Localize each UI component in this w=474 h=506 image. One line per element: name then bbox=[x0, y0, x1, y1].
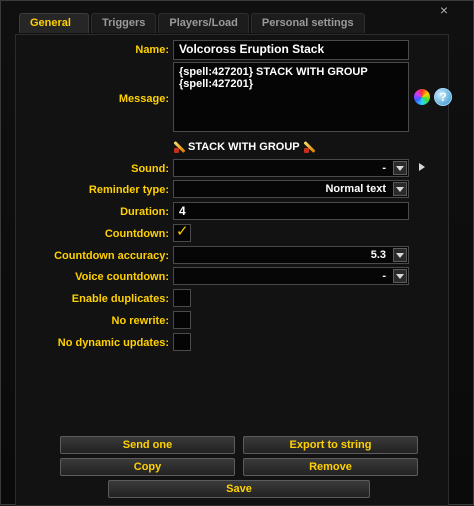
chevron-down-icon[interactable] bbox=[393, 182, 407, 196]
reminder-type-value: Normal text bbox=[325, 183, 386, 195]
sound-dropdown[interactable]: - bbox=[173, 159, 409, 177]
no-rewrite-label: No rewrite: bbox=[111, 315, 169, 327]
chevron-down-icon[interactable] bbox=[393, 269, 407, 283]
countdown-accuracy-label: Countdown accuracy: bbox=[54, 250, 169, 262]
no-dynamic-updates-checkbox[interactable] bbox=[173, 333, 191, 351]
enable-duplicates-checkbox[interactable] bbox=[173, 289, 191, 307]
message-textarea[interactable]: {spell:427201} STACK WITH GROUP {spell:4… bbox=[173, 62, 409, 132]
voice-countdown-label: Voice countdown: bbox=[75, 271, 169, 283]
copy-button[interactable]: Copy bbox=[60, 458, 235, 476]
voice-countdown-dropdown[interactable]: - bbox=[173, 267, 409, 285]
checkmark-icon: ✓ bbox=[176, 223, 189, 240]
chevron-down-icon[interactable] bbox=[393, 161, 407, 175]
enable-duplicates-label: Enable duplicates: bbox=[71, 293, 169, 305]
send-one-button[interactable]: Send one bbox=[60, 436, 235, 454]
reminder-type-label: Reminder type: bbox=[88, 184, 169, 196]
export-to-string-button[interactable]: Export to string bbox=[243, 436, 418, 454]
play-sound-icon[interactable] bbox=[419, 163, 425, 171]
tab-bar: General Triggers Players/Load Personal s… bbox=[19, 13, 367, 33]
tab-triggers[interactable]: Triggers bbox=[91, 13, 157, 33]
save-button[interactable]: Save bbox=[108, 480, 370, 498]
no-dynamic-updates-label: No dynamic updates: bbox=[57, 337, 169, 349]
countdown-checkbox[interactable]: ✓ bbox=[173, 224, 191, 242]
voice-countdown-value: - bbox=[382, 270, 386, 282]
sound-value: - bbox=[382, 162, 386, 174]
preview-text: STACK WITH GROUP bbox=[188, 141, 300, 153]
reminder-type-dropdown[interactable]: Normal text bbox=[173, 180, 409, 198]
sword-spell-icon bbox=[173, 141, 185, 153]
countdown-label: Countdown: bbox=[104, 228, 169, 240]
help-icon[interactable]: ? bbox=[434, 88, 452, 106]
name-input[interactable]: Volcoross Eruption Stack bbox=[173, 40, 409, 60]
sword-spell-icon bbox=[303, 141, 315, 153]
message-label: Message: bbox=[118, 93, 169, 105]
countdown-accuracy-value: 5.3 bbox=[370, 249, 386, 261]
no-rewrite-checkbox[interactable] bbox=[173, 311, 191, 329]
close-icon[interactable]: × bbox=[437, 3, 451, 17]
message-line-2: {spell:427201} bbox=[179, 78, 253, 90]
remove-button[interactable]: Remove bbox=[243, 458, 418, 476]
message-preview: STACK WITH GROUP bbox=[173, 139, 315, 155]
reminder-editor-window: General Triggers Players/Load Personal s… bbox=[0, 0, 474, 506]
message-line-1: {spell:427201} STACK WITH GROUP bbox=[179, 66, 368, 78]
chevron-down-icon[interactable] bbox=[393, 248, 407, 262]
name-label: Name: bbox=[135, 44, 169, 56]
duration-label: Duration: bbox=[120, 206, 169, 218]
tab-personal-settings[interactable]: Personal settings bbox=[250, 13, 365, 33]
countdown-accuracy-dropdown[interactable]: 5.3 bbox=[173, 246, 409, 264]
duration-input[interactable]: 4 bbox=[173, 202, 409, 220]
sound-label: Sound: bbox=[131, 163, 169, 175]
tab-players-load[interactable]: Players/Load bbox=[158, 13, 249, 33]
tab-general[interactable]: General bbox=[19, 13, 89, 33]
color-wheel-icon[interactable] bbox=[414, 89, 430, 105]
